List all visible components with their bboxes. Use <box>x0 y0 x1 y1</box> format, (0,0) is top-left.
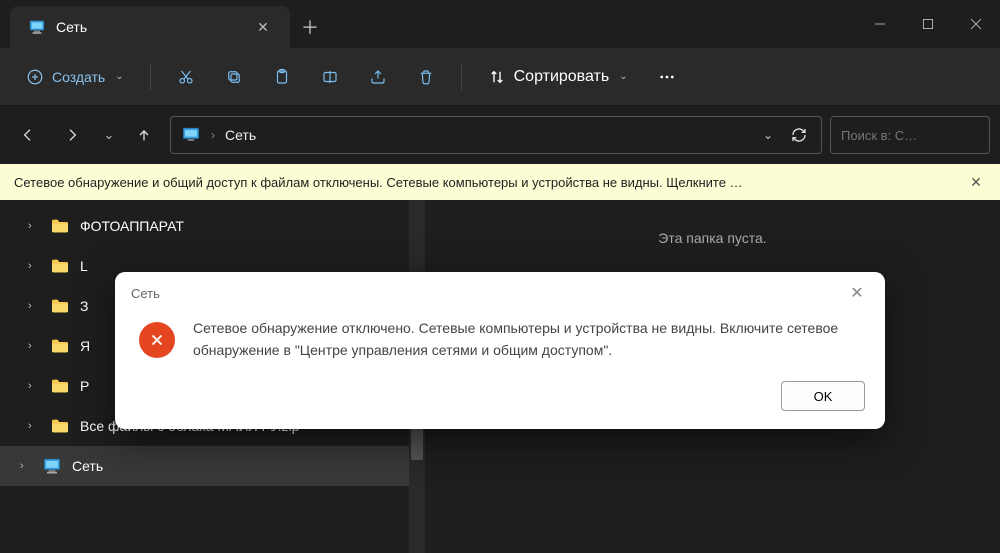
delete-button[interactable] <box>405 59 447 95</box>
chevron-down-icon: ⌄ <box>619 71 627 82</box>
tab-title: Сеть <box>56 19 244 35</box>
chevron-down-icon: ⌄ <box>115 71 123 82</box>
empty-folder-text: Эта папка пуста. <box>658 230 766 246</box>
folder-icon <box>50 378 70 394</box>
copy-button[interactable] <box>213 59 255 95</box>
sort-button[interactable]: Сортировать ⌄ <box>476 59 640 95</box>
error-dialog: Сеть ✕ Сетевое обнаружение отключено. Се… <box>115 272 885 429</box>
create-label: Создать <box>52 69 105 85</box>
dialog-close-button[interactable]: ✕ <box>845 281 869 305</box>
info-bar[interactable]: Сетевое обнаружение и общий доступ к фай… <box>0 164 1000 200</box>
address-bar[interactable]: › Сеть ⌄ <box>170 116 822 154</box>
dialog-title: Сеть <box>131 286 845 301</box>
maximize-button[interactable] <box>904 0 952 48</box>
chevron-right-icon: › <box>28 340 40 352</box>
chevron-right-icon: › <box>28 380 40 392</box>
more-button[interactable] <box>646 59 688 95</box>
dialog-titlebar: Сеть ✕ <box>115 272 885 314</box>
dialog-ok-button[interactable]: OK <box>781 381 865 411</box>
folder-icon <box>50 298 70 314</box>
new-tab-button[interactable]: ＋ <box>290 6 330 48</box>
chevron-right-icon: › <box>28 220 40 232</box>
chevron-right-icon: › <box>28 420 40 432</box>
tree-item-network[interactable]: › Сеть <box>0 446 425 486</box>
tree-item-label: ФОТОАППАРАТ <box>80 218 184 234</box>
close-button[interactable] <box>952 0 1000 48</box>
create-button[interactable]: Создать ⌄ <box>14 59 136 95</box>
info-bar-close[interactable]: ✕ <box>966 172 986 192</box>
share-button[interactable] <box>357 59 399 95</box>
folder-icon <box>50 338 70 354</box>
address-dropdown[interactable]: ⌄ <box>759 128 777 142</box>
folder-icon <box>50 418 70 434</box>
folder-icon <box>50 218 70 234</box>
tab-network[interactable]: Сеть ✕ <box>10 6 290 48</box>
network-icon <box>181 126 201 144</box>
breadcrumb-separator: › <box>211 128 215 142</box>
chevron-right-icon: › <box>28 300 40 312</box>
tree-item-label: Я <box>80 338 90 354</box>
error-icon <box>139 322 175 358</box>
tree-item-label: L <box>80 258 88 274</box>
tree-item-label: Сеть <box>72 458 103 474</box>
network-icon <box>28 19 46 35</box>
forward-button[interactable] <box>54 117 90 153</box>
chevron-right-icon: › <box>20 460 32 472</box>
search-input[interactable] <box>841 128 1000 143</box>
tree-item[interactable]: › ФОТОАППАРАТ <box>0 206 425 246</box>
tab-close-button[interactable]: ✕ <box>254 18 272 36</box>
tree-item-label: Р <box>80 378 89 394</box>
dialog-message: Сетевое обнаружение отключено. Сетевые к… <box>193 318 861 361</box>
rename-button[interactable] <box>309 59 351 95</box>
network-icon <box>42 457 62 475</box>
window-controls <box>856 0 1000 48</box>
explorer-window: Сеть ✕ ＋ Создать ⌄ <box>0 0 1000 553</box>
info-bar-text: Сетевое обнаружение и общий доступ к фай… <box>14 175 966 190</box>
navigation-bar: ⌄ › Сеть ⌄ <box>0 106 1000 164</box>
refresh-button[interactable] <box>787 127 811 143</box>
tree-item-label: З <box>80 298 88 314</box>
sort-label: Сортировать <box>514 68 610 86</box>
breadcrumb-network[interactable]: Сеть <box>225 127 256 143</box>
titlebar: Сеть ✕ ＋ <box>0 0 1000 48</box>
up-button[interactable] <box>126 117 162 153</box>
paste-button[interactable] <box>261 59 303 95</box>
recent-button[interactable]: ⌄ <box>98 117 118 153</box>
folder-icon <box>50 258 70 274</box>
chevron-right-icon: › <box>28 260 40 272</box>
back-button[interactable] <box>10 117 46 153</box>
search-box[interactable] <box>830 116 990 154</box>
cut-button[interactable] <box>165 59 207 95</box>
toolbar: Создать ⌄ Сортировать ⌄ <box>0 48 1000 106</box>
minimize-button[interactable] <box>856 0 904 48</box>
